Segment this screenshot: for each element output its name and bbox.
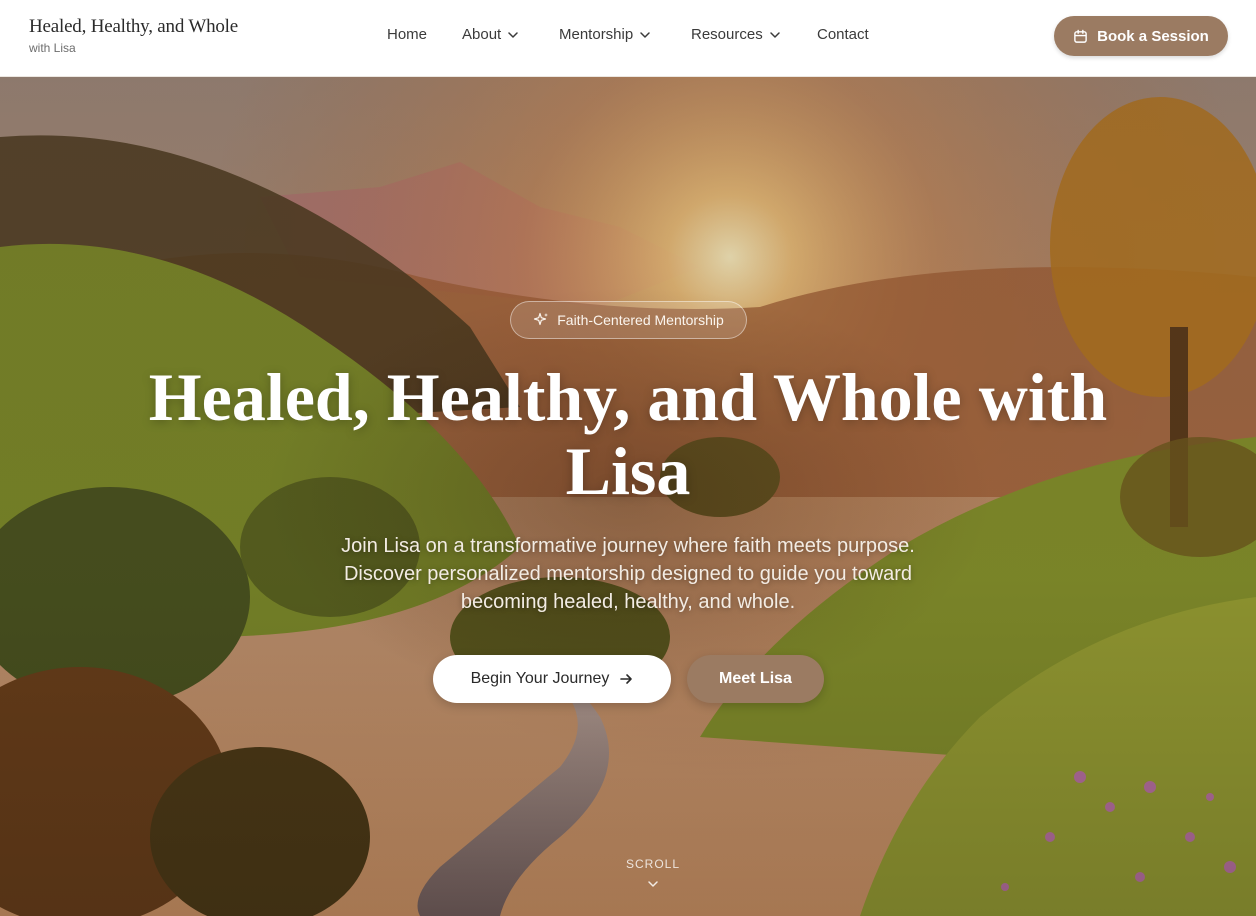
faith-centered-badge: Faith-Centered Mentorship — [510, 301, 747, 339]
scroll-label: SCROLL — [625, 857, 681, 871]
nav-item-about[interactable]: About — [462, 26, 519, 43]
nav-item-label: Home — [387, 26, 428, 43]
begin-journey-button[interactable]: Begin Your Journey — [433, 655, 671, 703]
book-session-label: Book a Session — [1097, 27, 1209, 45]
nav-item-home[interactable]: Home — [387, 26, 427, 43]
chevron-down-icon — [640, 31, 650, 38]
hero-subtitle: Join Lisa on a transformative journey wh… — [341, 535, 915, 613]
nav-item-label: About — [462, 26, 502, 43]
sparkles-icon — [534, 312, 549, 326]
chevron-down-icon — [769, 31, 780, 38]
nav-item-contact[interactable]: Contact — [817, 26, 869, 43]
hero-section: Faith-Centered Mentorship Healed, Health… — [0, 77, 1256, 916]
chevron-down-icon — [648, 881, 658, 887]
arrow-right-icon — [620, 674, 633, 684]
calendar-icon — [1074, 29, 1087, 43]
chevron-down-icon — [508, 31, 518, 38]
nav-item-label: Mentorship — [559, 26, 634, 43]
book-session-button[interactable]: Book a Session — [1054, 16, 1228, 56]
nav-item-label: Contact — [817, 26, 869, 43]
nav-item-mentorship[interactable]: Mentorship — [559, 26, 651, 43]
begin-journey-label: Begin Your Journey — [470, 670, 610, 687]
nav-item-label: Resources — [691, 26, 763, 43]
top-nav: Healed, Healthy, and Whole with Lisa Hom… — [0, 0, 1256, 77]
badge-label: Faith-Centered Mentorship — [557, 312, 724, 328]
hero-title: Healed, Healthy, and Whole with Lisa — [148, 359, 1108, 509]
meet-lisa-button[interactable]: Meet Lisa — [687, 655, 824, 703]
meet-lisa-label: Meet Lisa — [719, 670, 792, 687]
nav-item-resources[interactable]: Resources — [691, 26, 781, 43]
scroll-indicator[interactable]: SCROLL — [578, 857, 728, 891]
